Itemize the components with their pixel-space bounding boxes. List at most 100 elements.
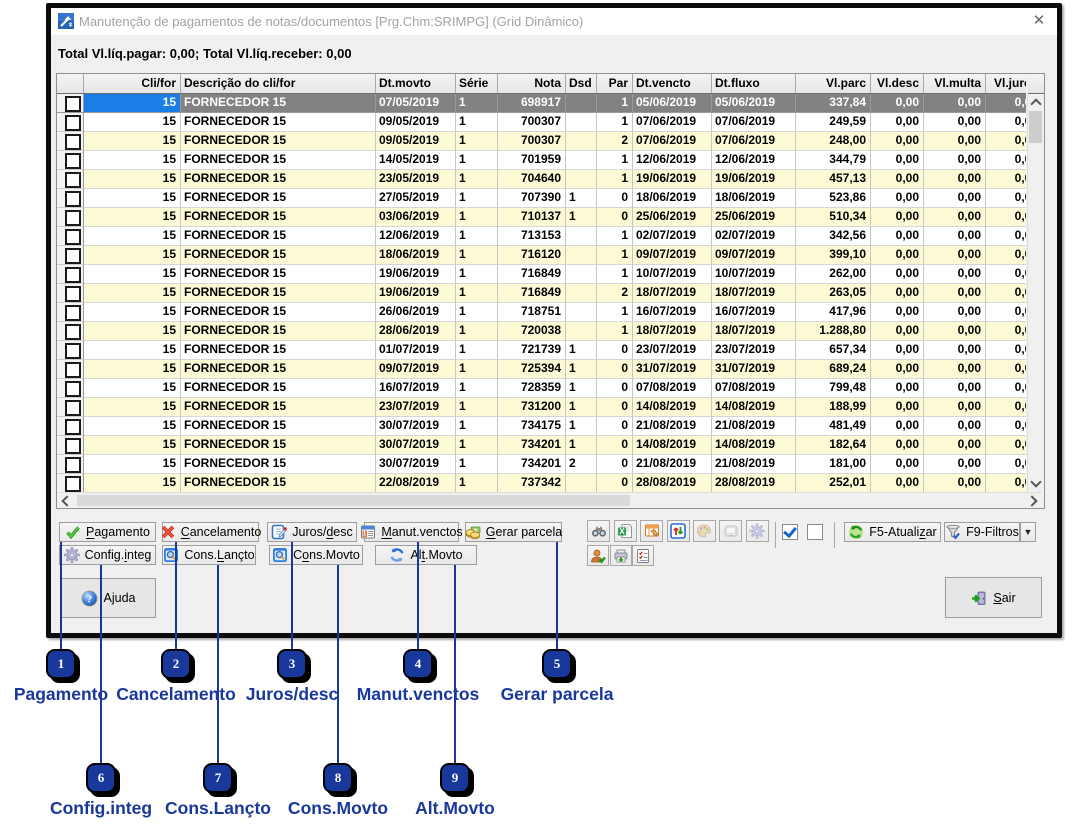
row-select-cell[interactable]	[57, 436, 84, 455]
row-checkbox[interactable]	[65, 381, 81, 397]
select-all-checkbox[interactable]	[779, 522, 800, 542]
row-select-cell[interactable]	[57, 151, 84, 170]
row-select-cell[interactable]	[57, 208, 84, 227]
table-row[interactable]: 15FORNECEDOR 1512/06/20191713153102/07/2…	[57, 227, 1026, 246]
row-select-cell[interactable]	[57, 265, 84, 284]
cancelamento-button[interactable]: Cancelamento	[162, 522, 259, 542]
excel-export-button[interactable]: X	[614, 520, 637, 542]
row-checkbox[interactable]	[65, 438, 81, 454]
column-header-fluxo[interactable]: Dt.fluxo	[712, 74, 796, 93]
sort-arrows-button[interactable]	[667, 520, 690, 542]
alt-movto-button[interactable]: Alt.Movto	[375, 545, 477, 565]
table-row[interactable]: 15FORNECEDOR 1509/05/20191700307107/06/2…	[57, 113, 1026, 132]
row-checkbox[interactable]	[65, 153, 81, 169]
table-row[interactable]: 15FORNECEDOR 1527/05/201917073901018/06/…	[57, 189, 1026, 208]
f5-atualizar-button[interactable]: F5-Atualizar	[844, 522, 941, 542]
vertical-scroll-thumb[interactable]	[1029, 111, 1042, 143]
f9-filtros-dropdown-button[interactable]: ▼	[1020, 522, 1036, 542]
table-row[interactable]: 15FORNECEDOR 1530/07/201917341751021/08/…	[57, 417, 1026, 436]
binoculars-button[interactable]	[587, 520, 610, 542]
column-header-cli[interactable]: Cli/for	[84, 74, 181, 93]
deselect-all-checkbox[interactable]	[804, 522, 825, 542]
manut-venctos-button[interactable]: 1Manut.venctos	[364, 522, 459, 542]
column-header-desc[interactable]: Descrição do cli/for	[181, 74, 376, 93]
close-icon[interactable]: ✕	[1030, 11, 1048, 31]
row-select-cell[interactable]	[57, 246, 84, 265]
row-checkbox[interactable]	[65, 191, 81, 207]
row-select-cell[interactable]	[57, 417, 84, 436]
table-row[interactable]: 15FORNECEDOR 1503/06/201917101371025/06/…	[57, 208, 1026, 227]
row-checkbox[interactable]	[65, 210, 81, 226]
gear-button[interactable]	[746, 520, 769, 542]
column-header-movto[interactable]: Dt.movto	[376, 74, 456, 93]
horizontal-scroll-thumb[interactable]	[77, 495, 630, 506]
column-header-dsd[interactable]: Dsd	[566, 74, 597, 93]
table-row[interactable]: 15FORNECEDOR 1519/06/20191716849110/07/2…	[57, 265, 1026, 284]
row-checkbox[interactable]	[65, 343, 81, 359]
checklist-button[interactable]	[632, 545, 654, 566]
table-row[interactable]: 15FORNECEDOR 1509/07/201917253941031/07/…	[57, 360, 1026, 379]
row-checkbox[interactable]	[65, 419, 81, 435]
row-checkbox[interactable]	[65, 286, 81, 302]
row-checkbox[interactable]	[65, 362, 81, 378]
row-checkbox[interactable]	[65, 400, 81, 416]
palette-button[interactable]	[693, 520, 716, 542]
row-select-cell[interactable]	[57, 227, 84, 246]
vertical-scrollbar[interactable]	[1027, 94, 1044, 492]
pagamento-button[interactable]: Pagamento	[59, 522, 156, 542]
ajuda-button[interactable]: ?Ajuda	[60, 578, 156, 618]
f9-filtros-button[interactable]: F9-Filtros	[944, 522, 1020, 542]
row-checkbox[interactable]	[65, 248, 81, 264]
row-select-cell[interactable]	[57, 341, 84, 360]
row-select-cell[interactable]	[57, 189, 84, 208]
row-select-cell[interactable]	[57, 303, 84, 322]
row-checkbox[interactable]	[65, 172, 81, 188]
row-checkbox[interactable]	[65, 305, 81, 321]
row-checkbox[interactable]	[65, 476, 81, 492]
table-row[interactable]: 15FORNECEDOR 1519/06/20191716849218/07/2…	[57, 284, 1026, 303]
column-header-par[interactable]: Par	[597, 74, 633, 93]
column-header-nota[interactable]: Nota	[498, 74, 566, 93]
scroll-left-button[interactable]	[57, 493, 74, 508]
juros-desc-button[interactable]: Juros/desc	[267, 522, 357, 542]
row-select-cell[interactable]	[57, 474, 84, 492]
column-header-jur[interactable]: Vl.juros	[986, 74, 1026, 93]
table-row[interactable]: 15FORNECEDOR 1507/05/20191698917105/06/2…	[57, 94, 1026, 113]
table-row[interactable]: 15FORNECEDOR 1528/06/20191720038118/07/2…	[57, 322, 1026, 341]
keyboard-key-button[interactable]	[719, 520, 742, 542]
row-select-cell[interactable]	[57, 132, 84, 151]
row-checkbox[interactable]	[65, 134, 81, 150]
row-select-cell[interactable]	[57, 379, 84, 398]
column-header-multa[interactable]: Vl.multa	[924, 74, 986, 93]
column-header-serie[interactable]: Série	[456, 74, 498, 93]
sair-button[interactable]: Sair	[945, 577, 1042, 618]
printer-save-button[interactable]	[610, 545, 632, 566]
scroll-down-button[interactable]	[1028, 475, 1043, 492]
row-select-cell[interactable]	[57, 284, 84, 303]
row-select-cell[interactable]	[57, 360, 84, 379]
table-row[interactable]: 15FORNECEDOR 1530/07/201917342012021/08/…	[57, 455, 1026, 474]
scroll-right-button[interactable]	[1025, 493, 1042, 508]
column-header-vencto[interactable]: Dt.vencto	[633, 74, 712, 93]
row-select-cell[interactable]	[57, 113, 84, 132]
scroll-up-button[interactable]	[1028, 94, 1043, 111]
cons-movto-button[interactable]: Cons.Movto	[269, 545, 363, 565]
table-row[interactable]: 15FORNECEDOR 1530/07/201917342011014/08/…	[57, 436, 1026, 455]
table-row[interactable]: 15FORNECEDOR 1518/06/20191716120109/07/2…	[57, 246, 1026, 265]
column-header-parc[interactable]: Vl.parc	[796, 74, 871, 93]
row-checkbox[interactable]	[65, 115, 81, 131]
table-row[interactable]: 15FORNECEDOR 1509/05/20191700307207/06/2…	[57, 132, 1026, 151]
table-row[interactable]: 15FORNECEDOR 1526/06/20191718751116/07/2…	[57, 303, 1026, 322]
row-checkbox[interactable]	[65, 267, 81, 283]
user-check-button[interactable]	[587, 545, 609, 566]
horizontal-scrollbar[interactable]	[57, 492, 1042, 508]
table-row[interactable]: 15FORNECEDOR 1514/05/20191701959112/06/2…	[57, 151, 1026, 170]
row-checkbox[interactable]	[65, 457, 81, 473]
row-checkbox[interactable]	[65, 324, 81, 340]
row-checkbox[interactable]	[65, 229, 81, 245]
grid-hand-button[interactable]	[640, 520, 663, 542]
table-row[interactable]: 15FORNECEDOR 1516/07/201917283591007/08/…	[57, 379, 1026, 398]
table-row[interactable]: 15FORNECEDOR 1522/08/20191737342028/08/2…	[57, 474, 1026, 492]
gerar-parcela-button[interactable]: Gerar parcela	[465, 522, 562, 542]
row-select-cell[interactable]	[57, 322, 84, 341]
